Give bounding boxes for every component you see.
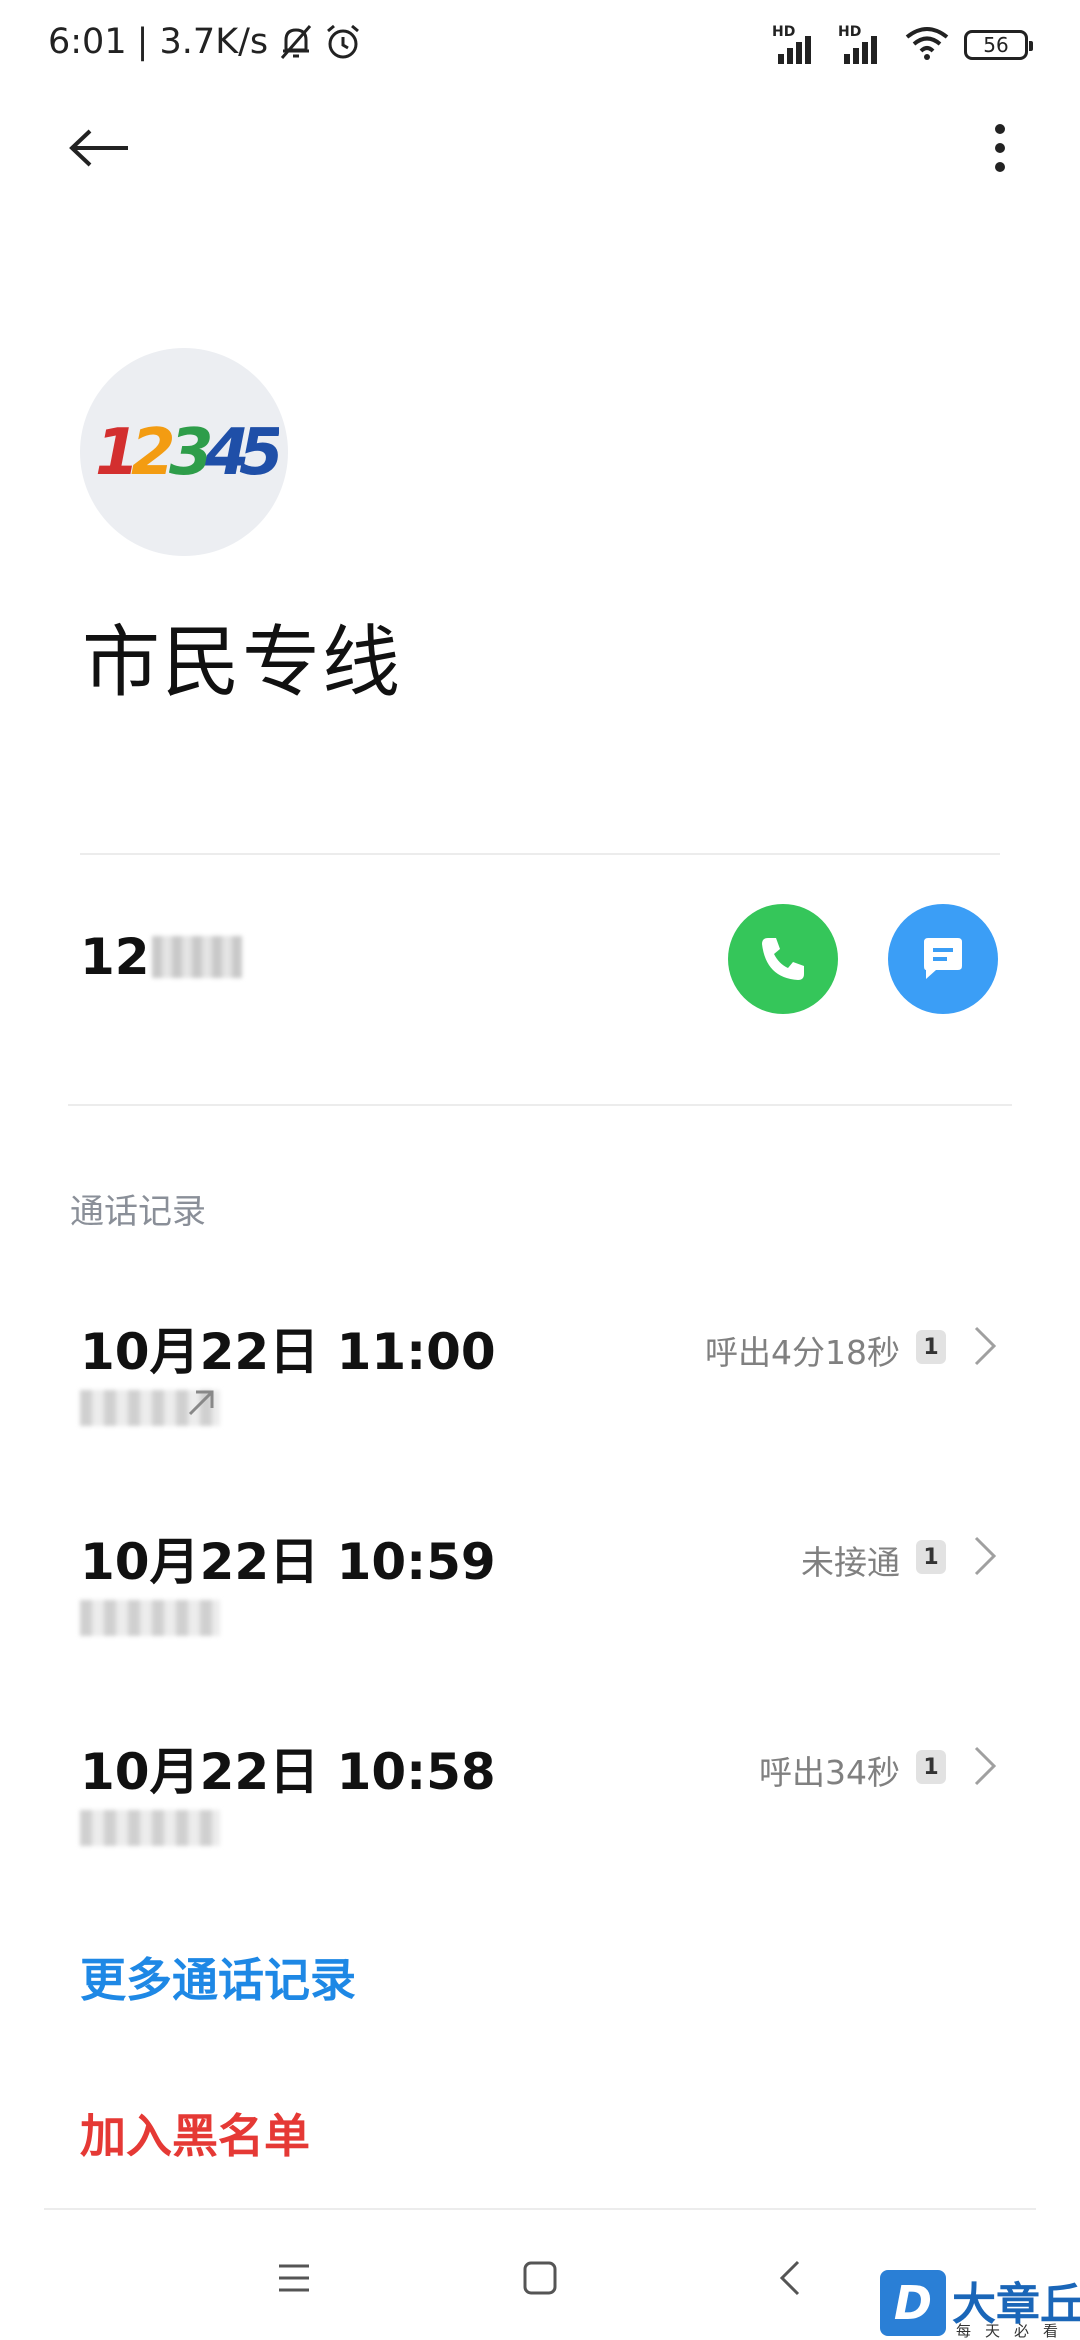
- contact-detail-screen: 6:01 | 3.7K/s HD HD 56 1 2 3 4 市民专线 12 通…: [0, 0, 1080, 2340]
- call-log-status: 未接通: [801, 1543, 900, 1582]
- divider: [80, 853, 1000, 855]
- phone-number[interactable]: 12: [80, 928, 242, 986]
- recent-apps-button[interactable]: [264, 2248, 324, 2308]
- signal-icon: HD: [838, 24, 890, 66]
- phone-number-text: 12: [80, 928, 150, 986]
- sim-badge: 1: [916, 1330, 946, 1364]
- redacted-digits: [151, 936, 242, 978]
- status-bar: 6:01 | 3.7K/s HD HD 56: [0, 0, 1080, 100]
- back-arrow-icon: [69, 129, 128, 167]
- status-right: HD HD 56: [772, 24, 1033, 66]
- chevron-right-icon: [974, 1326, 997, 1366]
- avatar: 1 2 3 4 5: [80, 348, 288, 556]
- divider: [68, 1104, 1012, 1106]
- wifi-icon: [904, 25, 950, 65]
- sim-badge: 1: [916, 1750, 946, 1784]
- nav-back-button[interactable]: [760, 2248, 820, 2308]
- call-log-status: 呼出34秒: [759, 1753, 900, 1792]
- battery-icon: 56: [964, 30, 1033, 60]
- call-log-date: 10月22日 10:58: [80, 1743, 496, 1801]
- watermark-subtext: 每天必看: [956, 2322, 1073, 2340]
- mute-bell-icon: [278, 22, 314, 62]
- call-button[interactable]: [728, 904, 838, 1014]
- redacted-number: [80, 1810, 220, 1846]
- sim-badge: 1: [916, 1540, 946, 1574]
- add-to-blacklist-button[interactable]: 加入黑名单: [80, 2100, 310, 2166]
- svg-text:5: 5: [239, 416, 279, 490]
- redacted-number: [80, 1600, 220, 1636]
- contact-name: 市民专线: [82, 618, 403, 708]
- home-button[interactable]: [510, 2248, 570, 2308]
- menu-icon: [279, 2264, 309, 2292]
- status-net-speed: | 3.7K/s: [136, 22, 269, 62]
- message-button[interactable]: [888, 904, 998, 1014]
- signal-icon: HD: [772, 24, 824, 66]
- call-log-date: 10月22日 11:00: [80, 1323, 496, 1381]
- alarm-clock-icon: [324, 22, 362, 62]
- more-call-log-link[interactable]: 更多通话记录: [80, 1944, 356, 2010]
- outgoing-call-icon: [188, 1390, 214, 1416]
- chevron-right-icon: [974, 1536, 997, 1576]
- more-options-button[interactable]: [970, 112, 1030, 184]
- watermark-logo: D 大章丘 每天必看: [880, 2268, 1080, 2340]
- status-time: 6:01: [48, 22, 127, 62]
- battery-level: 56: [983, 33, 1009, 57]
- call-log-item[interactable]: 10月22日 11:00 呼出4分18秒 1: [0, 1312, 1080, 1492]
- call-log-title: 通话记录: [70, 1192, 206, 1232]
- back-button[interactable]: [60, 112, 140, 184]
- back-chevron-icon: [779, 2260, 800, 2296]
- home-square-icon: [523, 2261, 557, 2295]
- call-log-item[interactable]: 10月22日 10:58 呼出34秒 1: [0, 1732, 1080, 1912]
- call-log-item[interactable]: 10月22日 10:59 未接通 1: [0, 1522, 1080, 1702]
- call-log-status: 呼出4分18秒: [705, 1333, 900, 1372]
- call-log-date: 10月22日 10:59: [80, 1533, 496, 1591]
- watermark-d-logo: D: [880, 2270, 946, 2336]
- chevron-right-icon: [974, 1746, 997, 1786]
- phone-icon: [762, 938, 804, 980]
- more-vert-icon: [995, 124, 1005, 172]
- message-icon: [924, 938, 962, 979]
- status-left: 6:01 | 3.7K/s: [48, 22, 362, 62]
